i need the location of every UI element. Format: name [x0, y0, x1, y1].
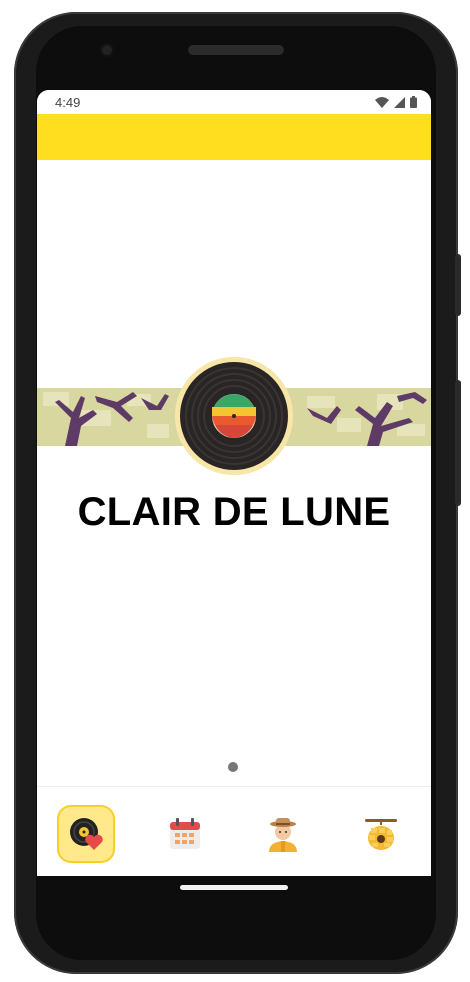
app-bar — [37, 114, 431, 160]
track-title: CLAIR DE LUNE — [77, 490, 391, 534]
vinyl-record-graphic — [175, 357, 293, 475]
signal-icon — [394, 96, 405, 108]
calendar-icon — [170, 818, 200, 849]
status-time: 4:49 — [55, 95, 81, 110]
nav-item-beehive[interactable] — [352, 805, 410, 863]
status-icons — [375, 96, 417, 108]
home-gesture-bar[interactable] — [180, 885, 288, 890]
battery-icon — [410, 96, 417, 108]
beehive-icon — [365, 819, 397, 850]
page-indicator-dot[interactable] — [228, 762, 238, 772]
farmer-icon — [269, 818, 297, 852]
nav-item-music[interactable] — [57, 805, 115, 863]
screen: 4:49 CLAIR DE LUNE — [37, 90, 431, 876]
status-bar: 4:49 — [37, 90, 431, 114]
nav-item-calendar[interactable] — [156, 805, 214, 863]
wifi-icon — [375, 96, 389, 108]
nav-item-farmer[interactable] — [254, 805, 312, 863]
vinyl-heart-icon — [70, 818, 103, 850]
volume-button — [455, 254, 461, 316]
vinyl-record-icon[interactable] — [175, 357, 293, 475]
front-camera — [100, 43, 114, 57]
bottom-navigation — [37, 786, 431, 876]
earpiece-speaker — [188, 45, 284, 55]
player-content: CLAIR DE LUNE — [37, 160, 431, 786]
power-button — [455, 380, 461, 506]
